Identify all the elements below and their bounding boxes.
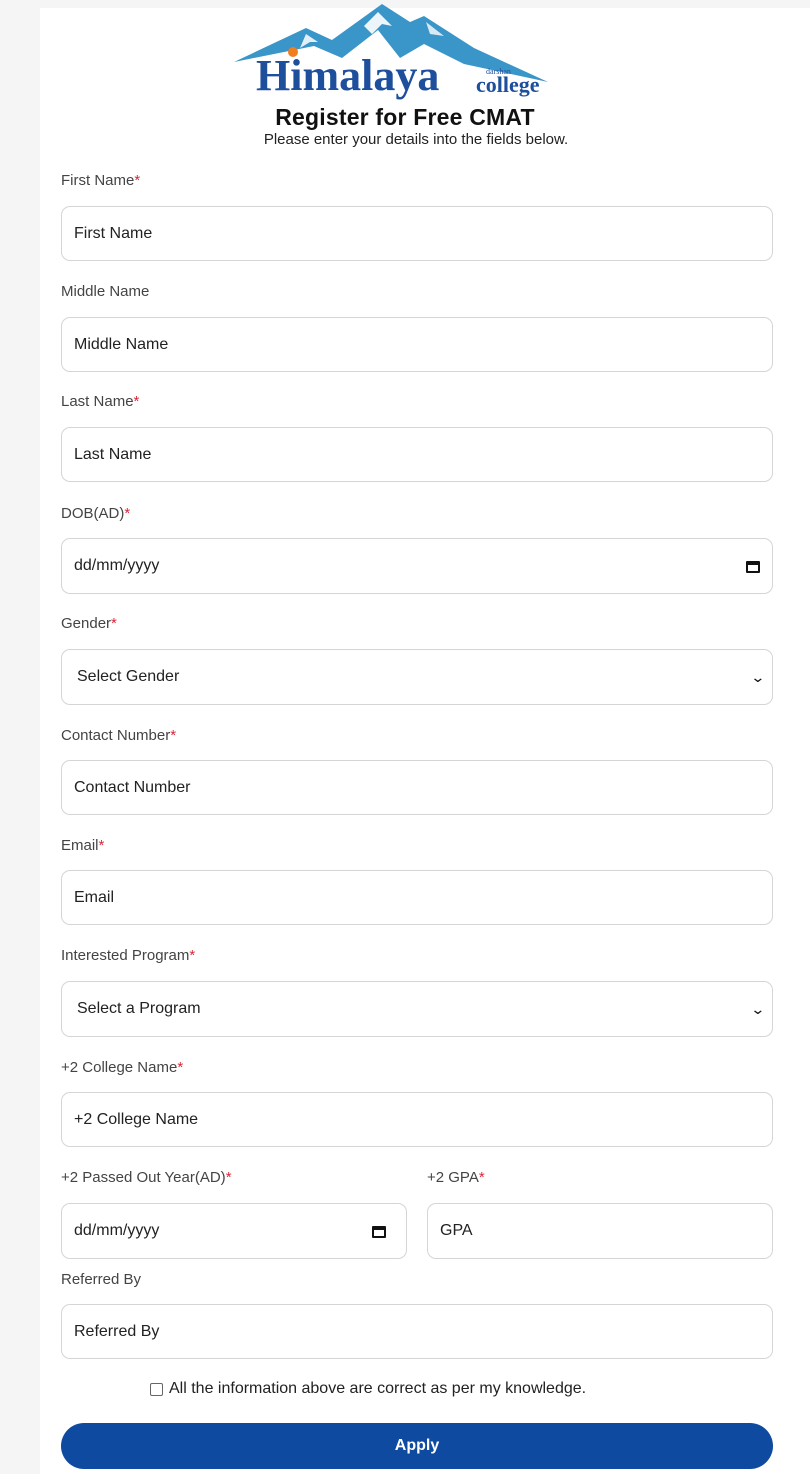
email-label: Email* bbox=[61, 837, 105, 854]
logo-dot bbox=[288, 47, 298, 57]
referred-by-input[interactable]: Referred By bbox=[61, 1304, 773, 1359]
contact-number-input[interactable]: Contact Number bbox=[61, 760, 773, 815]
college-name-label: +2 College Name* bbox=[61, 1059, 184, 1076]
chevron-down-icon: ⌄ bbox=[750, 668, 766, 685]
passed-year-input[interactable]: dd/mm/yyyy bbox=[61, 1203, 407, 1259]
calendar-icon[interactable] bbox=[372, 1225, 386, 1238]
required-marker: * bbox=[225, 1169, 232, 1186]
page-subtitle: Please enter your details into the field… bbox=[263, 131, 569, 148]
gpa-placeholder: GPA bbox=[440, 1222, 473, 1239]
passed-year-placeholder: dd/mm/yyyy bbox=[74, 1222, 160, 1239]
required-marker: * bbox=[177, 1059, 184, 1076]
dob-label: DOB(AD)* bbox=[61, 505, 131, 522]
last-name-label: Last Name* bbox=[61, 393, 140, 410]
last-name-input[interactable]: Last Name bbox=[61, 427, 773, 482]
contact-number-label: Contact Number* bbox=[61, 727, 177, 744]
gpa-input[interactable]: GPA bbox=[427, 1203, 773, 1259]
agreement-text: All the information above are correct as… bbox=[169, 1380, 587, 1397]
gender-label: Gender* bbox=[61, 615, 117, 632]
college-name-placeholder: +2 College Name bbox=[74, 1110, 199, 1128]
first-name-label: First Name* bbox=[61, 172, 141, 189]
required-marker: * bbox=[124, 505, 131, 522]
first-name-placeholder: First Name bbox=[74, 224, 153, 242]
referred-by-label: Referred By bbox=[61, 1271, 142, 1288]
program-selected-value: Select a Program bbox=[77, 1000, 201, 1017]
middle-name-placeholder: Middle Name bbox=[74, 335, 169, 353]
logo-small-bottom-text: college bbox=[476, 72, 540, 97]
gender-selected-value: Select Gender bbox=[77, 668, 180, 685]
himalaya-college-logo: Himalaya darshan college bbox=[214, 0, 548, 108]
last-name-placeholder: Last Name bbox=[74, 445, 152, 463]
chevron-down-icon: ⌄ bbox=[750, 1000, 766, 1017]
dob-placeholder: dd/mm/yyyy bbox=[74, 557, 160, 574]
apply-button[interactable]: Apply bbox=[61, 1423, 773, 1469]
calendar-icon[interactable] bbox=[746, 560, 760, 573]
logo-main-text: Himalaya bbox=[256, 51, 439, 100]
referred-by-placeholder: Referred By bbox=[74, 1322, 160, 1340]
first-name-input[interactable]: First Name bbox=[61, 206, 773, 261]
agreement-row: All the information above are correct as… bbox=[150, 1380, 586, 1398]
program-select[interactable]: Select a Program ⌄ bbox=[61, 981, 773, 1037]
passed-year-label: +2 Passed Out Year(AD)* bbox=[61, 1169, 232, 1186]
contact-number-placeholder: Contact Number bbox=[74, 778, 191, 796]
middle-name-input[interactable]: Middle Name bbox=[61, 317, 773, 372]
required-marker: * bbox=[189, 947, 196, 964]
college-name-input[interactable]: +2 College Name bbox=[61, 1092, 773, 1147]
middle-name-label: Middle Name bbox=[61, 283, 150, 300]
required-marker: * bbox=[98, 837, 105, 854]
required-marker: * bbox=[133, 393, 140, 410]
page-title: Register for Free CMAT bbox=[275, 104, 535, 130]
email-placeholder: Email bbox=[74, 888, 115, 906]
required-marker: * bbox=[111, 615, 117, 632]
gpa-label: +2 GPA* bbox=[427, 1169, 485, 1186]
gender-select[interactable]: Select Gender ⌄ bbox=[61, 649, 773, 705]
dob-input[interactable]: dd/mm/yyyy bbox=[61, 538, 773, 594]
required-marker: * bbox=[478, 1169, 485, 1186]
agreement-checkbox[interactable] bbox=[150, 1382, 163, 1396]
interested-program-label: Interested Program* bbox=[61, 947, 196, 964]
required-marker: * bbox=[170, 727, 177, 744]
required-marker: * bbox=[134, 172, 141, 189]
email-input[interactable]: Email bbox=[61, 870, 773, 925]
